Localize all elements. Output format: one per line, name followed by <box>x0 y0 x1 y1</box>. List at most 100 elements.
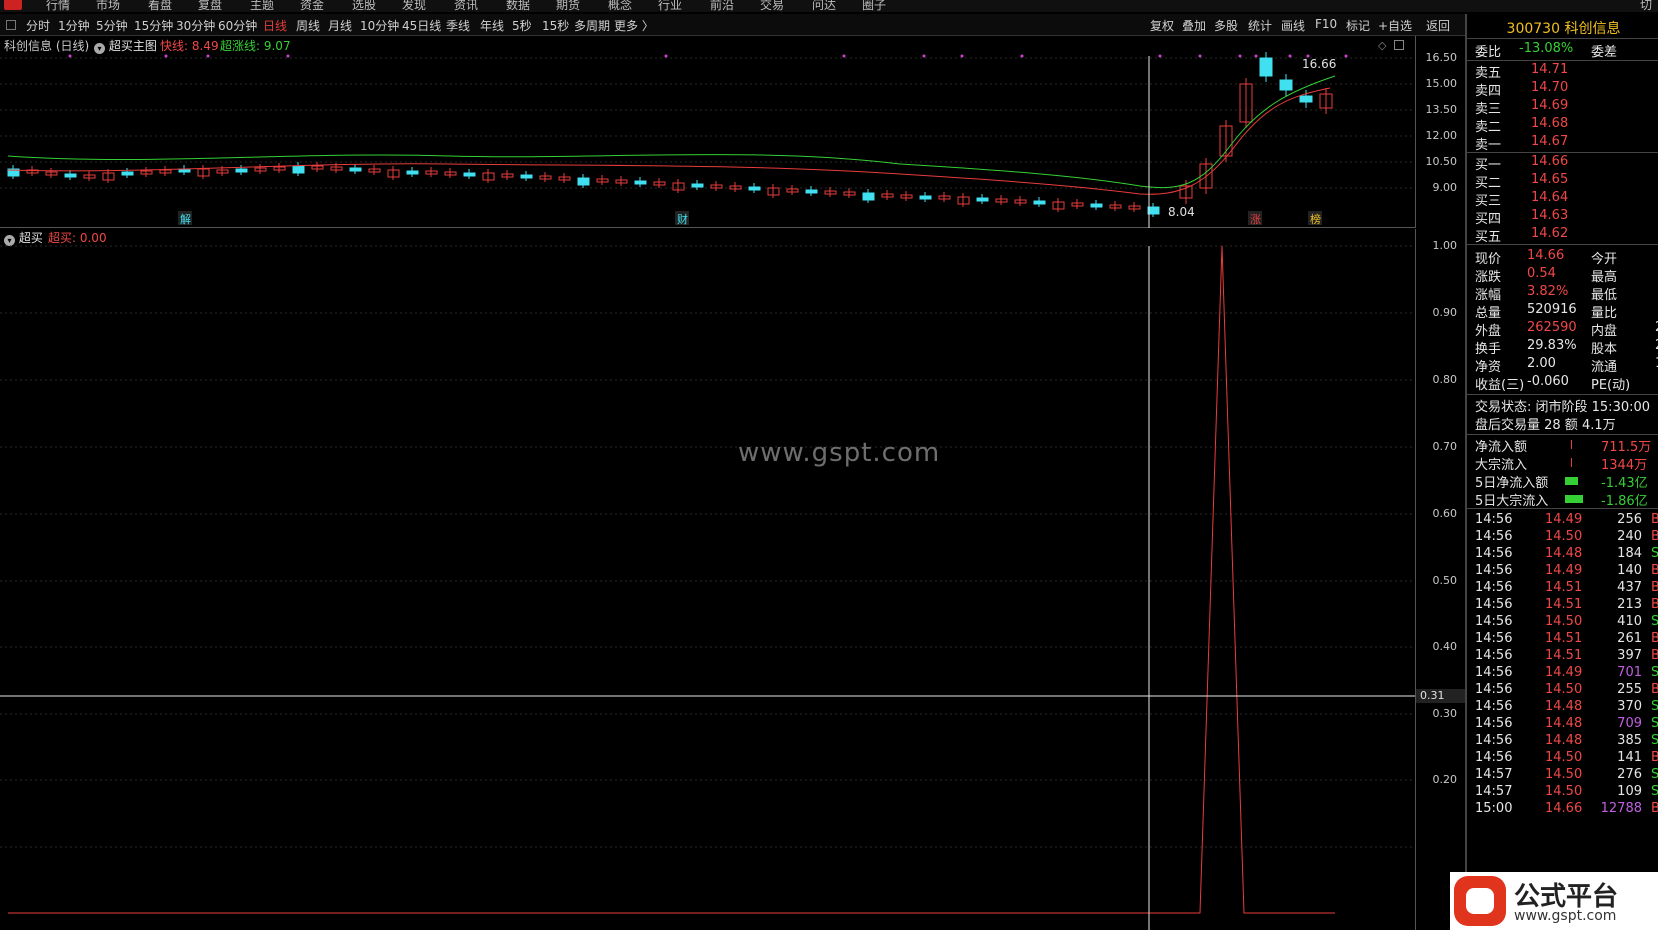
menu-item-4[interactable]: 主题 <box>250 0 274 12</box>
menu-item-2[interactable]: 看盘 <box>148 0 172 12</box>
stat-label: 换手 <box>1475 342 1502 357</box>
period-tab-13[interactable]: 5秒 <box>512 17 532 34</box>
status-row: 交易状态: 闭市阶段 15:30:00 <box>1475 396 1658 415</box>
period-tab-14[interactable]: 15秒 <box>542 17 569 34</box>
tick-v: 12788 <box>1600 801 1642 816</box>
signal-dot <box>1198 54 1202 58</box>
tick-v: 437 <box>1617 580 1642 595</box>
menu-item-12[interactable]: 行业 <box>658 0 682 12</box>
candle-body <box>1279 79 1293 91</box>
tick-t: 15:00 <box>1475 801 1513 816</box>
menu-item-8[interactable]: 资讯 <box>454 0 478 12</box>
ask-label: 卖四 <box>1475 84 1502 99</box>
period-tab-0[interactable]: 分时 <box>26 17 50 34</box>
period-tab-4[interactable]: 30分钟 <box>176 17 215 34</box>
ask-price: 14.69 <box>1531 98 1569 113</box>
menu-item-14[interactable]: 交易 <box>760 0 784 12</box>
period-tab-16[interactable]: 更多 〉 <box>614 17 654 34</box>
event-marker: 涨 <box>1250 213 1261 226</box>
tick-s: S <box>1651 614 1658 629</box>
toolbar-action-2[interactable]: 多股 <box>1214 17 1238 34</box>
tick-p: 14.50 <box>1545 767 1583 782</box>
period-tab-15[interactable]: 多周期 <box>574 17 610 34</box>
bid-label: 买一 <box>1475 158 1502 173</box>
toolbar-action-3[interactable]: 统计 <box>1248 17 1272 34</box>
period-tab-2[interactable]: 5分钟 <box>96 17 128 34</box>
tick-v: 184 <box>1617 546 1642 561</box>
value-tick: 0.60 <box>1432 507 1458 520</box>
toolbar-action-8[interactable]: 返回 <box>1426 17 1450 34</box>
tick-v: 701 <box>1617 665 1642 680</box>
period-tab-11[interactable]: 季线 <box>446 17 470 34</box>
sub-indicator-canvas[interactable] <box>0 229 1415 930</box>
diamond-icon[interactable]: ◇ <box>1378 39 1386 52</box>
sub-indicator-chart[interactable]: ▾ 超买 超买: 0.00 www.gspt.com <box>0 229 1415 930</box>
flow-value: -1.43亿 <box>1601 476 1648 491</box>
period-tab-8[interactable]: 月线 <box>328 17 352 34</box>
menu-item-15[interactable]: 问达 <box>812 0 836 12</box>
period-tab-10[interactable]: 45日线 <box>402 17 441 34</box>
stat-value: 520916 <box>1527 302 1577 317</box>
tick-row: 14:56 14.48 370 S <box>1475 699 1658 717</box>
main-kline-chart[interactable]: 科创信息 (日线) ▾ 超买主图 快线: 8.49 超涨线: 9.07 16.6… <box>0 36 1415 228</box>
tick-s: S <box>1651 733 1658 748</box>
tick-p: 14.66 <box>1545 801 1583 816</box>
value-tick: 0.80 <box>1432 373 1458 386</box>
tick-t: 14:57 <box>1475 784 1513 799</box>
menu-item-6[interactable]: 选股 <box>352 0 376 12</box>
window-icon[interactable] <box>1394 40 1404 50</box>
tick-v: 240 <box>1617 529 1642 544</box>
value-tick: 0.40 <box>1432 640 1458 653</box>
candle-body <box>520 174 533 179</box>
stat-label: 收益(三) <box>1475 378 1525 393</box>
ask-label: 卖一 <box>1475 138 1502 153</box>
toolbar-action-7[interactable]: +自选 <box>1378 17 1412 34</box>
tick-t: 14:56 <box>1475 699 1513 714</box>
period-tab-7[interactable]: 周线 <box>296 17 320 34</box>
tick-s: S <box>1651 665 1658 680</box>
menu-item-7[interactable]: 发现 <box>402 0 426 12</box>
menu-item-9[interactable]: 数据 <box>506 0 530 12</box>
menu-item-5[interactable]: 资金 <box>300 0 324 12</box>
stat-label-2: 股本 <box>1591 342 1618 357</box>
menu-right-item[interactable]: 切 <box>1640 0 1652 12</box>
candle-body <box>406 170 419 175</box>
period-tab-12[interactable]: 年线 <box>480 17 504 34</box>
menu-item-16[interactable]: 圈子 <box>862 0 886 12</box>
menu-item-13[interactable]: 前沿 <box>710 0 734 12</box>
menu-item-1[interactable]: 市场 <box>96 0 120 12</box>
period-tab-9[interactable]: 10分钟 <box>360 17 399 34</box>
tick-p: 14.51 <box>1545 580 1583 595</box>
toolbar-action-0[interactable]: 复权 <box>1150 17 1174 34</box>
toolbar-action-4[interactable]: 画线 <box>1281 17 1305 34</box>
tick-row: 14:56 14.50 240 B <box>1475 529 1658 547</box>
menu-item-11[interactable]: 概念 <box>608 0 632 12</box>
stat-value: 14.66 <box>1527 248 1565 263</box>
tick-row: 14:57 14.50 109 S <box>1475 784 1658 802</box>
toolbar-action-6[interactable]: 标记 <box>1346 17 1370 34</box>
bid-price: 14.64 <box>1531 190 1569 205</box>
period-tab-5[interactable]: 60分钟 <box>218 17 257 34</box>
menu-item-10[interactable]: 期货 <box>556 0 580 12</box>
stat-row: 净资2.00流通1 <box>1475 356 1658 375</box>
toolbar-action-5[interactable]: F10 <box>1315 17 1337 31</box>
super-line <box>7 75 1336 189</box>
toggle-icon[interactable] <box>6 20 16 30</box>
toolbar-action-1[interactable]: 叠加 <box>1182 17 1206 34</box>
cursor-value-label: 0.31 <box>1416 689 1466 703</box>
menu-item-3[interactable]: 复盘 <box>198 0 222 12</box>
tick-v: 140 <box>1617 563 1642 578</box>
period-tab-3[interactable]: 15分钟 <box>134 17 173 34</box>
menu-item-0[interactable]: 行情 <box>46 0 70 12</box>
app-logo-icon[interactable] <box>4 0 22 10</box>
stat-label-2: 量比 <box>1591 306 1618 321</box>
fast-line <box>7 87 1331 195</box>
stat-label: 涨跌 <box>1475 270 1502 285</box>
kline-canvas[interactable]: 16.66 8.04 解 财 涨 榜 <box>0 36 1415 228</box>
period-tab-1[interactable]: 1分钟 <box>58 17 90 34</box>
tick-row: 14:57 14.50 276 S <box>1475 767 1658 785</box>
tick-p: 14.49 <box>1545 512 1583 527</box>
period-tab-6[interactable]: 日线 <box>263 17 287 34</box>
signal-dot <box>1020 54 1024 58</box>
value-tick: 0.50 <box>1432 574 1458 587</box>
